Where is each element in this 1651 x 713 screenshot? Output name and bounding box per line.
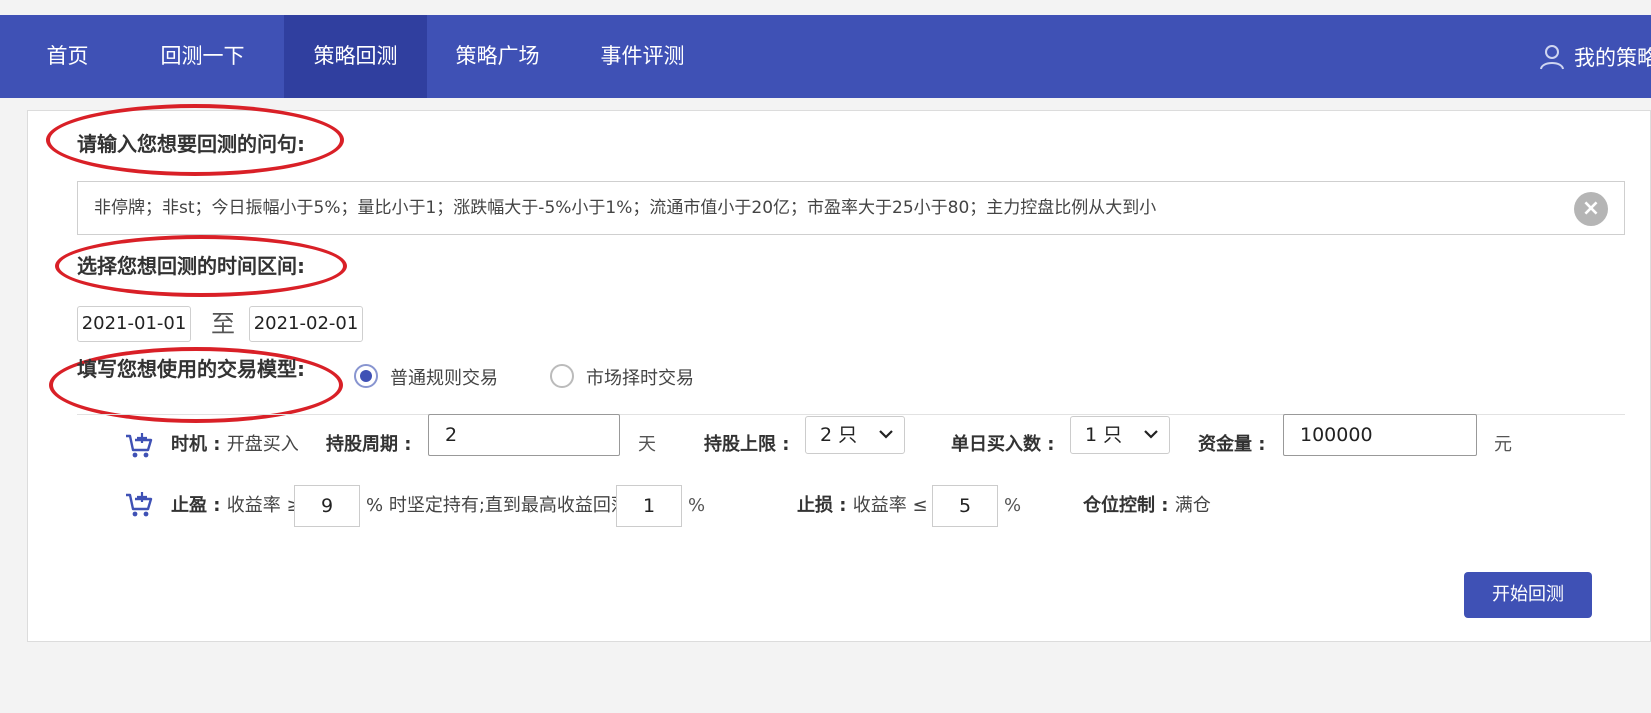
nav-strategy-backtest[interactable]: 策略回测: [284, 15, 427, 98]
hold-limit-value: 2 只: [820, 424, 858, 446]
model-heading: 填写您想使用的交易模型:: [77, 357, 305, 381]
take-profit-prefix: 收益率 ≥: [226, 495, 302, 516]
hold-period-unit: 天: [638, 434, 656, 455]
take-profit: 止盈 : 收益率 ≥: [171, 495, 302, 516]
nav-user-label: 我的策略: [1574, 45, 1651, 70]
take-profit-description: % 时坚定持有;直到最高收益回落: [366, 495, 629, 516]
end-date-input[interactable]: 2021-02-01: [249, 306, 363, 342]
user-icon: [1540, 44, 1564, 69]
stop-loss-prefix: 收益率 ≤ -: [852, 495, 940, 516]
position-control-label: 仓位控制: [1083, 495, 1155, 516]
chevron-down-icon: [879, 430, 893, 439]
nav-quick-backtest[interactable]: 回测一下: [140, 15, 265, 98]
chevron-down-icon: [1144, 430, 1158, 439]
nav-event-review[interactable]: 事件评测: [580, 15, 705, 98]
take-profit-input[interactable]: 9: [294, 485, 360, 527]
query-input-text: 非停牌；非st；今日振幅小于5%；量比小于1；涨跌幅大于-5%小于1%；流通市值…: [94, 198, 1157, 218]
stop-loss-label: 止损: [797, 495, 833, 516]
date-separator: 至: [211, 310, 235, 338]
radio-market-timing-trade-label[interactable]: 市场择时交易: [586, 364, 694, 390]
hold-limit-label: 持股上限 :: [704, 434, 790, 455]
nav-strategy-square[interactable]: 策略广场: [440, 15, 555, 98]
daily-buy-label-text: 单日买入数: [951, 434, 1041, 455]
position-control: 仓位控制 : 满仓: [1083, 495, 1211, 516]
nav-home[interactable]: 首页: [20, 15, 115, 98]
capital-unit: 元: [1494, 434, 1512, 455]
stop-loss-input[interactable]: 5: [932, 485, 998, 527]
start-date-input[interactable]: 2021-01-01: [77, 306, 191, 342]
hold-limit-label-text: 持股上限: [704, 434, 776, 455]
cart-plus-icon: [126, 492, 153, 517]
radio-normal-rule-trade-label[interactable]: 普通规则交易: [390, 364, 498, 390]
daily-buy-label: 单日买入数 :: [951, 434, 1055, 455]
radio-normal-rule-trade[interactable]: [354, 364, 378, 388]
top-strip: [0, 0, 1651, 15]
backtest-form-panel: 请输入您想要回测的问句: 非停牌；非st；今日振幅小于5%；量比小于1；涨跌幅大…: [27, 104, 1651, 642]
hold-period-label-text: 持股周期: [326, 434, 398, 455]
daily-buy-select[interactable]: 1 只: [1070, 416, 1170, 454]
query-heading: 请输入您想要回测的问句:: [77, 132, 305, 156]
buy-timing: 时机 : 开盘买入: [171, 434, 299, 455]
nav-my-strategy[interactable]: 我的策略: [1540, 15, 1651, 98]
hold-period-input[interactable]: 2: [428, 414, 620, 456]
query-input[interactable]: 非停牌；非st；今日振幅小于5%；量比小于1；涨跌幅大于-5%小于1%；流通市值…: [77, 181, 1625, 235]
capital-label-text: 资金量: [1198, 434, 1252, 455]
stop-loss: 止损 : 收益率 ≤ -: [797, 495, 940, 516]
radio-market-timing-trade[interactable]: [550, 364, 574, 388]
main-navbar: 首页 回测一下 策略回测 策略广场 事件评测 我的策略: [0, 15, 1651, 98]
hold-period-label: 持股周期 :: [326, 434, 412, 455]
take-profit-label: 止盈: [171, 495, 207, 516]
position-control-value: 满仓: [1174, 495, 1211, 516]
drawdown-input[interactable]: 1: [616, 485, 682, 527]
buy-timing-value: 开盘买入: [226, 434, 299, 455]
stop-loss-unit: %: [1004, 495, 1022, 516]
hold-limit-select[interactable]: 2 只: [805, 416, 905, 454]
daily-buy-value: 1 只: [1085, 424, 1123, 446]
start-backtest-button[interactable]: 开始回测: [1464, 572, 1592, 618]
buy-timing-label: 时机: [171, 434, 207, 455]
clear-icon[interactable]: ×: [1574, 192, 1608, 226]
cart-plus-icon: [126, 433, 153, 458]
period-heading: 选择您想回测的时间区间:: [77, 254, 305, 278]
capital-input[interactable]: 100000: [1283, 414, 1477, 456]
capital-label: 资金量 :: [1198, 434, 1266, 455]
drawdown-unit: %: [688, 495, 706, 516]
